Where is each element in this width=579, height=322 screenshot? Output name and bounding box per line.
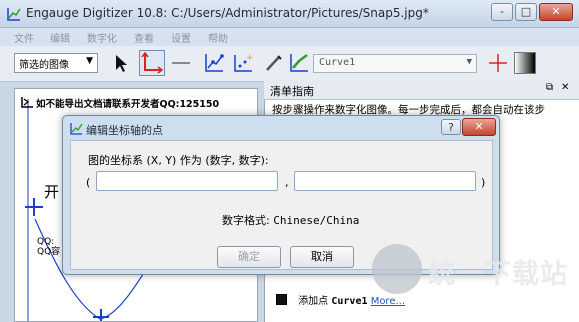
app-icon <box>7 8 21 21</box>
checkbox-icon <box>276 294 287 305</box>
watermark-logo <box>372 244 422 294</box>
dialog-app-icon <box>70 123 83 135</box>
zoom-crosshair-icon[interactable] <box>487 52 509 74</box>
guide-step-add-points: 添加点 Curve1 More... <box>276 292 405 307</box>
background-filter-select[interactable]: 筛选的图像 ▼ <box>14 53 98 73</box>
dialog-help-button[interactable]: ? <box>441 119 461 135</box>
guide-step-curve-name: Curve1 <box>331 296 368 307</box>
guide-step-label: 添加点 <box>298 296 329 307</box>
curve-select-value: Curve1 <box>319 57 356 68</box>
dialog-close-button[interactable]: ✕ <box>462 118 496 136</box>
image-text-fragment-qq: QQ: QQ容 <box>37 237 61 257</box>
menu-file[interactable]: 文件 <box>14 30 34 45</box>
y-coordinate-input[interactable] <box>294 171 476 191</box>
minimize-button[interactable]: - <box>491 3 513 21</box>
menu-settings[interactable]: 设置 <box>171 30 191 45</box>
undock-icon[interactable]: ⧉ <box>546 82 553 93</box>
number-format-value: Chinese/China <box>273 214 360 227</box>
watermark-text: 统一下载站 <box>428 259 568 290</box>
x-coordinate-input[interactable] <box>96 171 278 191</box>
window-title: Engauge Digitizer 10.8: C:/Users/Adminis… <box>26 6 429 20</box>
guide-more-link[interactable]: More... <box>371 296 405 307</box>
maximize-button[interactable]: □ <box>515 3 537 21</box>
menu-edit[interactable]: 编辑 <box>50 30 70 45</box>
close-window-button[interactable]: ✕ <box>539 3 573 21</box>
scale-bar-icon[interactable] <box>170 52 192 74</box>
dialog-title: 编辑坐标轴的点 <box>86 124 163 137</box>
cancel-button[interactable]: 取消 <box>290 246 354 268</box>
axis-point-icon[interactable] <box>139 50 165 76</box>
segment-fill-icon[interactable] <box>262 52 284 74</box>
open-paren: ( <box>86 176 91 189</box>
filter-select-value: 筛选的图像 <box>19 60 69 71</box>
close-icon[interactable]: ✕ <box>561 82 569 93</box>
select-arrow-icon[interactable] <box>110 52 132 74</box>
point-match-icon[interactable] <box>203 52 225 74</box>
menu-help[interactable]: 帮助 <box>208 30 228 45</box>
coordinate-label: 图的坐标系 (X, Y) 作为 (数字, 数字): <box>88 154 269 167</box>
chevron-down-icon: ▼ <box>86 56 93 66</box>
color-picker-icon[interactable]: + <box>232 52 254 74</box>
gradient-swatch-icon[interactable] <box>514 52 536 74</box>
guide-title: 清单指南 <box>270 85 314 98</box>
ok-button[interactable]: 确定 <box>217 246 281 268</box>
checklist-icon[interactable] <box>288 52 310 74</box>
chevron-down-icon: ▼ <box>466 57 472 67</box>
comma-separator: , <box>285 176 289 189</box>
image-caption: 如不能导出文档请联系开发者QQ:125150 <box>36 99 220 110</box>
svg-text:+: + <box>246 53 254 63</box>
close-paren: ) <box>481 176 486 189</box>
axis-glyph-icon <box>21 97 33 108</box>
number-format-caption: 数字格式: <box>222 214 270 227</box>
curve-select[interactable]: Curve1 ▼ <box>313 54 477 73</box>
number-format-label: 数字格式: Chinese/China <box>222 212 359 228</box>
menu-view[interactable]: 查看 <box>134 30 154 45</box>
menu-digitize[interactable]: 数字化 <box>87 30 117 45</box>
image-text-fragment: 开 <box>44 183 60 201</box>
